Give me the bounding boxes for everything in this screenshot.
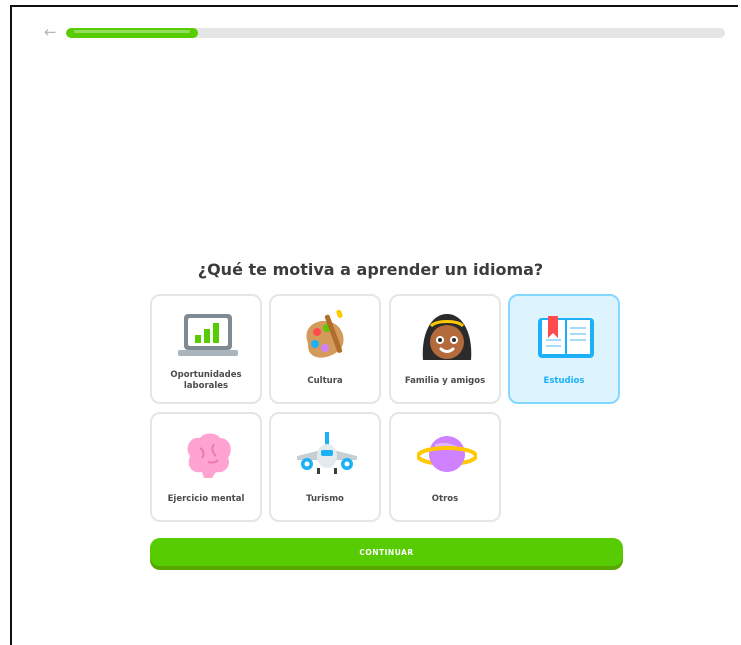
palette-icon xyxy=(297,309,357,364)
brain-icon xyxy=(178,428,238,482)
option-card-otros[interactable]: Otros xyxy=(389,412,501,522)
family-face-icon xyxy=(417,310,477,364)
option-card-estudios[interactable]: Estudios xyxy=(508,294,620,404)
option-label: Oportunidades laborales xyxy=(170,370,242,391)
question-title: ¿Qué te motiva a aprender un idioma? xyxy=(197,260,544,279)
option-card-ejercicio[interactable]: Ejercicio mental xyxy=(150,412,262,522)
option-card-oportunidades[interactable]: Oportunidades laborales xyxy=(150,294,262,404)
progress-fill xyxy=(66,28,198,38)
option-label: Otros xyxy=(431,493,459,504)
option-label: Estudios xyxy=(543,375,585,386)
back-arrow-icon[interactable]: ← xyxy=(44,24,58,40)
continue-button[interactable]: CONTINUAR xyxy=(150,538,623,566)
airplane-icon xyxy=(297,428,357,482)
option-label: Ejercicio mental xyxy=(167,493,245,504)
option-card-familia[interactable]: Familia y amigos xyxy=(389,294,501,404)
option-card-cultura[interactable]: Cultura xyxy=(269,294,381,404)
book-icon xyxy=(536,310,596,364)
option-label: Familia y amigos xyxy=(404,375,486,386)
option-label: Turismo xyxy=(306,493,344,504)
option-label: Cultura xyxy=(307,375,343,386)
progress-bar xyxy=(66,28,725,38)
laptop-chart-icon xyxy=(178,310,238,364)
option-card-turismo[interactable]: Turismo xyxy=(269,412,381,522)
planet-icon xyxy=(416,428,478,482)
